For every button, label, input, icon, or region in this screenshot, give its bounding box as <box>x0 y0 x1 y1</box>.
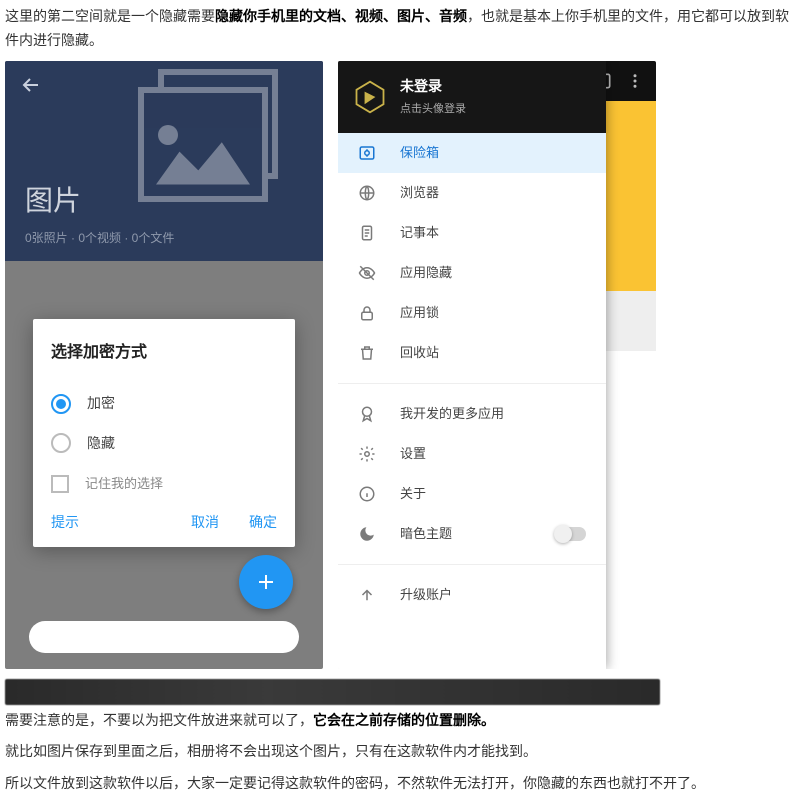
nav-label: 设置 <box>400 443 586 465</box>
nav-label: 保险箱 <box>400 142 586 164</box>
intro-pre: 这里的第二空间就是一个隐藏需要 <box>5 8 215 24</box>
divider <box>338 383 606 384</box>
login-status: 未登录 <box>400 75 466 99</box>
nav-item-upgrade[interactable]: 升级账户 <box>338 575 606 615</box>
nav-item-notes[interactable]: 记事本 <box>338 213 606 253</box>
nav-item-recycle[interactable]: 回收站 <box>338 333 606 373</box>
ok-button[interactable]: 确定 <box>249 511 277 535</box>
phone-left: 图片 0张照片 · 0个视频 · 0个文件 选择加密方式 加密 隐藏 记住我的选… <box>5 61 323 669</box>
checkbox-unchecked-icon <box>51 475 69 493</box>
outro1-pre: 需要注意的是，不要以为把文件放进来就可以了， <box>5 712 313 728</box>
more-menu-icon[interactable] <box>624 70 646 92</box>
nav-item-settings[interactable]: 设置 <box>338 434 606 474</box>
option-encrypt[interactable]: 加密 <box>51 384 277 424</box>
upgrade-icon <box>358 586 376 604</box>
plus-icon <box>254 570 278 594</box>
nav-item-app-hide[interactable]: 应用隐藏 <box>338 253 606 293</box>
dialog-title: 选择加密方式 <box>51 339 277 366</box>
back-arrow-icon[interactable] <box>19 73 43 97</box>
remember-choice[interactable]: 记住我的选择 <box>51 463 277 497</box>
nav-label: 暗色主题 <box>400 523 532 545</box>
nav-item-vault[interactable]: 保险箱 <box>338 133 606 173</box>
browser-icon <box>358 184 376 202</box>
section-title: 图片 <box>25 177 81 225</box>
nav-label: 我开发的更多应用 <box>400 403 586 425</box>
option-hide[interactable]: 隐藏 <box>51 424 277 464</box>
encrypt-dialog: 选择加密方式 加密 隐藏 记住我的选择 提示 取消 确定 <box>33 319 295 548</box>
award-icon <box>358 405 376 423</box>
remember-label: 记住我的选择 <box>85 473 163 495</box>
phone-right: 未登录 点击头像登录 保险箱 浏览器 记事本 <box>338 61 656 669</box>
option-encrypt-label: 加密 <box>87 392 115 416</box>
nav-item-dark-theme[interactable]: 暗色主题 <box>338 514 606 554</box>
redacted-strip <box>5 679 660 705</box>
navigation-drawer: 未登录 点击头像登录 保险箱 浏览器 记事本 <box>338 61 606 669</box>
lock-icon <box>358 304 376 322</box>
radio-unselected-icon <box>51 433 71 453</box>
nav-label: 应用隐藏 <box>400 262 586 284</box>
background-panel-gray <box>606 291 656 351</box>
outro2: 就比如图片保存到里面之后，相册将不会出现这个图片，只有在这款软件内才能找到。 <box>0 740 803 772</box>
cancel-button[interactable]: 取消 <box>191 511 219 535</box>
section-subtitle: 0张照片 · 0个视频 · 0个文件 <box>25 228 174 248</box>
nav-item-app-lock[interactable]: 应用锁 <box>338 293 606 333</box>
nav-label: 关于 <box>400 483 586 505</box>
nav-label: 记事本 <box>400 222 586 244</box>
notes-icon <box>358 224 376 242</box>
nav-item-more-apps[interactable]: 我开发的更多应用 <box>338 394 606 434</box>
add-fab-button[interactable] <box>239 555 293 609</box>
redacted-bar <box>29 621 299 653</box>
trash-icon <box>358 344 376 362</box>
gallery-placeholder-icon <box>138 69 283 204</box>
nav-item-about[interactable]: 关于 <box>338 474 606 514</box>
eye-off-icon <box>358 264 376 282</box>
dark-theme-toggle[interactable] <box>556 527 586 541</box>
nav-label: 升级账户 <box>400 584 586 606</box>
outro3: 所以文件放到这款软件以后，大家一定要记得这款软件的密码，不然软件无法打开，你隐藏… <box>0 772 803 804</box>
background-panel <box>606 101 656 321</box>
login-hint: 点击头像登录 <box>400 100 466 119</box>
info-icon <box>358 485 376 503</box>
nav-label: 浏览器 <box>400 182 586 204</box>
screenshots-row: 图片 0张照片 · 0个视频 · 0个文件 选择加密方式 加密 隐藏 记住我的选… <box>5 61 798 669</box>
outro1-bold: 它会在之前存储的位置删除。 <box>313 712 495 728</box>
hint-button[interactable]: 提示 <box>51 511 79 535</box>
option-hide-label: 隐藏 <box>87 432 115 456</box>
image-section-header: 图片 0张照片 · 0个视频 · 0个文件 <box>5 61 323 261</box>
app-logo-icon <box>352 79 388 115</box>
nav-label: 回收站 <box>400 342 586 364</box>
radio-selected-icon <box>51 394 71 414</box>
nav-label: 应用锁 <box>400 302 586 324</box>
nav-item-browser[interactable]: 浏览器 <box>338 173 606 213</box>
moon-icon <box>358 525 376 543</box>
divider <box>338 564 606 565</box>
gear-icon <box>358 445 376 463</box>
intro-bold: 隐藏你手机里的文档、视频、图片、音频 <box>215 8 467 24</box>
drawer-header[interactable]: 未登录 点击头像登录 <box>338 61 606 133</box>
vault-icon <box>358 144 376 162</box>
